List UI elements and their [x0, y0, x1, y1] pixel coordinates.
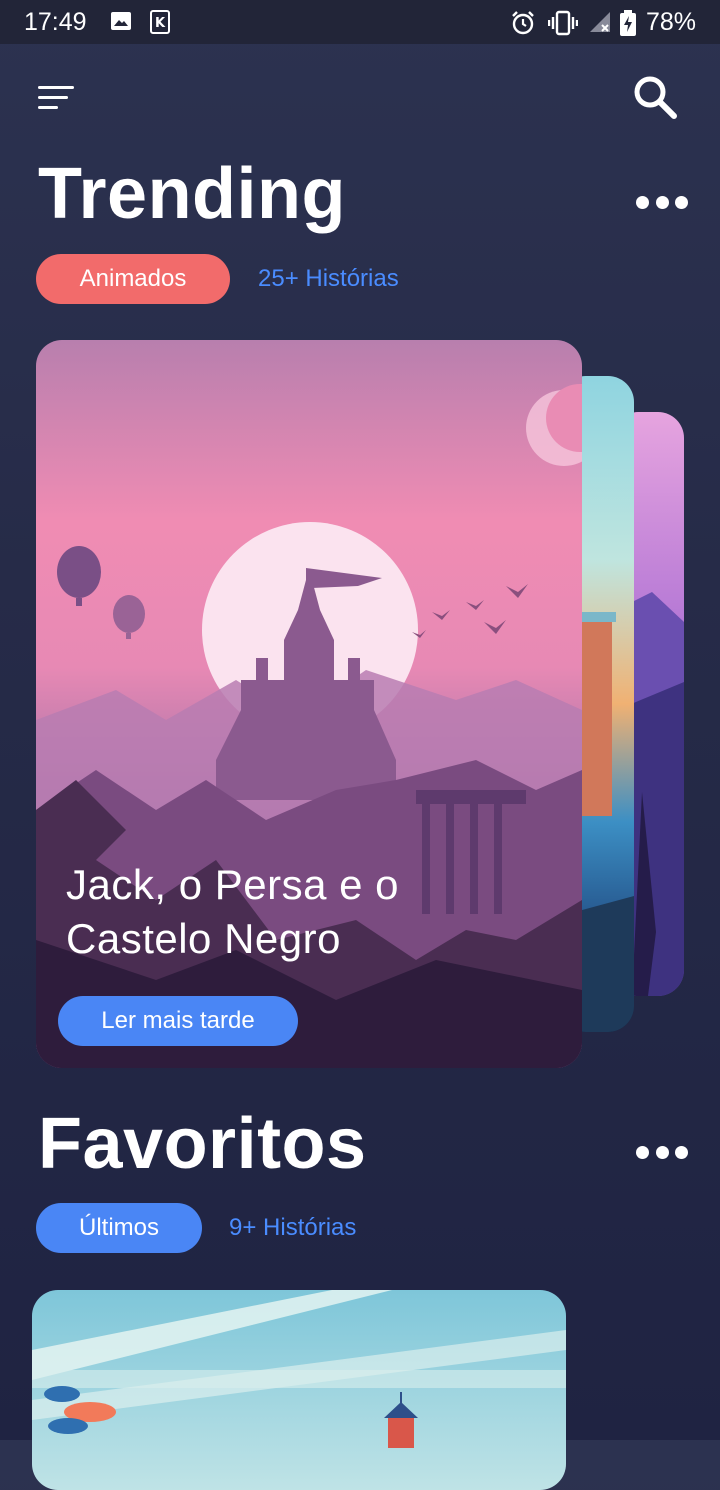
featured-story-title: Jack, o Persa e o Castelo Negro [66, 858, 546, 966]
status-bar: 17:49 K 78% [0, 0, 720, 44]
alarm-icon [512, 11, 534, 35]
status-time: 17:49 [24, 8, 87, 36]
search-icon[interactable] [632, 74, 678, 120]
menu-icon[interactable] [38, 86, 74, 110]
stories-count[interactable]: 25+ Histórias [258, 265, 399, 293]
svg-text:K: K [155, 16, 166, 31]
filter-chip-animados[interactable]: Animados [36, 254, 230, 304]
filter-chip-ultimos[interactable]: Últimos [36, 1203, 202, 1253]
k-app-icon: K [150, 10, 170, 34]
image-icon [111, 12, 131, 30]
section-title-favoritos: Favoritos [38, 1104, 367, 1184]
favorite-story-artwork [32, 1290, 566, 1490]
favorite-story-card[interactable] [32, 1290, 566, 1490]
featured-story-card[interactable]: Jack, o Persa e o Castelo Negro Ler mais… [36, 340, 582, 1068]
more-dots-icon[interactable] [636, 1146, 688, 1160]
featured-title-line2: Castelo Negro [66, 915, 341, 962]
battery-charging-icon [620, 10, 636, 36]
more-dots-icon[interactable] [636, 196, 688, 210]
read-later-button[interactable]: Ler mais tarde [58, 996, 298, 1046]
vibrate-icon [548, 10, 578, 36]
favorites-stories-count[interactable]: 9+ Histórias [229, 1214, 356, 1242]
battery-percent: 78% [645, 8, 696, 36]
signal-icon [590, 12, 610, 32]
featured-title-line1: Jack, o Persa e o [66, 861, 399, 908]
section-title-trending: Trending [38, 154, 346, 234]
